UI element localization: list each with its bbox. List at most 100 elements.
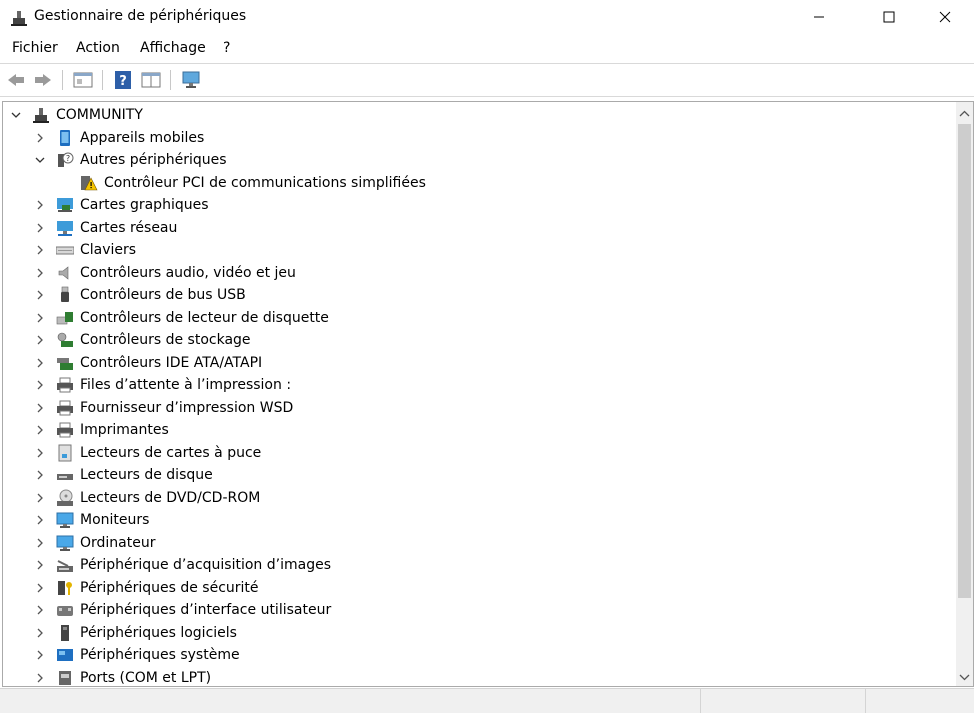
warning-device-icon (80, 174, 98, 192)
tree-item-label: Lecteurs de disque (80, 467, 213, 483)
toolbar-divider (0, 96, 974, 97)
tree-item-label: Ports (COM et LPT) (80, 669, 212, 686)
chevron-right-icon[interactable] (34, 199, 46, 211)
help-icon[interactable]: ? (112, 69, 134, 91)
software-device-icon (56, 624, 74, 642)
tree-item-logiciels[interactable]: Périphériques logiciels (34, 622, 237, 644)
tree-item-claviers[interactable]: Claviers (34, 239, 136, 261)
chevron-right-icon[interactable] (34, 649, 46, 661)
ide-controller-icon (56, 354, 74, 372)
tree-item-controleurs-disquette[interactable]: Contrôleurs de lecteur de disquette (34, 307, 329, 329)
tree-item-cartes-reseau[interactable]: Cartes réseau (34, 217, 177, 239)
system-device-icon (56, 646, 74, 664)
maximize-button[interactable] (866, 0, 912, 34)
chevron-right-icon[interactable] (34, 132, 46, 144)
usb-icon (56, 286, 74, 304)
tree-item-label: Contrôleur PCI de communications simplif… (104, 174, 426, 191)
chevron-right-icon[interactable] (34, 514, 46, 526)
chevron-right-icon[interactable] (34, 582, 46, 594)
chevron-right-icon[interactable] (34, 627, 46, 639)
tree-item-controleurs-audio[interactable]: Contrôleurs audio, vidéo et jeu (34, 262, 296, 284)
tree-item-controleurs-usb[interactable]: Contrôleurs de bus USB (34, 284, 246, 306)
tree-item-files-attente[interactable]: Files d’attente à l’impression : (34, 374, 291, 396)
tree-item-lecteurs-dvd[interactable]: Lecteurs de DVD/CD-ROM (34, 487, 260, 509)
chevron-right-icon[interactable] (34, 334, 46, 346)
scrollbar-thumb[interactable] (958, 124, 971, 598)
minimize-button[interactable] (796, 0, 842, 34)
chevron-right-icon[interactable] (34, 402, 46, 414)
chevron-right-icon[interactable] (34, 672, 46, 684)
chevron-right-icon[interactable] (34, 447, 46, 459)
tree-item-appareils-mobiles[interactable]: Appareils mobiles (34, 127, 204, 149)
device-manager-icon (10, 9, 28, 27)
tree-item-cartes-puce[interactable]: Lecteurs de cartes à puce (34, 442, 261, 464)
tree-item-interface-utilisateur[interactable]: Périphériques d’interface utilisateur (34, 599, 331, 621)
dvd-icon (56, 489, 74, 507)
tree-item-lecteurs-disque[interactable]: Lecteurs de disque (34, 464, 213, 486)
tree-item-ports[interactable]: Ports (COM et LPT) (34, 667, 212, 687)
chevron-right-icon[interactable] (34, 559, 46, 571)
chevron-right-icon[interactable] (34, 604, 46, 616)
tree-item-cartes-graphiques[interactable]: Cartes graphiques (34, 194, 209, 216)
tree-root[interactable]: COMMUNITY (10, 104, 143, 126)
tree-item-securite[interactable]: Périphériques de sécurité (34, 577, 259, 599)
toolbar-separator (170, 70, 171, 90)
tree-item-label: Cartes réseau (80, 219, 178, 236)
status-cell (865, 689, 974, 713)
scroll-down-icon[interactable] (959, 670, 970, 685)
close-button[interactable] (922, 0, 968, 34)
menu-affichage[interactable]: Affichage (140, 40, 206, 56)
chevron-right-icon[interactable] (34, 244, 46, 256)
chevron-right-icon[interactable] (34, 379, 46, 391)
tree-item-moniteurs[interactable]: Moniteurs (34, 509, 149, 531)
chevron-right-icon[interactable] (34, 289, 46, 301)
tree-item-label: Périphériques système (80, 647, 240, 663)
chevron-right-icon[interactable] (34, 222, 46, 234)
window-title: Gestionnaire de périphériques (34, 8, 247, 24)
tree-root-label: COMMUNITY (56, 107, 143, 123)
tree-item-controleurs-stockage[interactable]: Contrôleurs de stockage (34, 329, 251, 351)
vertical-scrollbar[interactable] (956, 102, 973, 686)
smart-card-icon (56, 444, 74, 462)
tree-item-label: Périphériques d’interface utilisateur (80, 602, 332, 618)
monitor-icon (56, 511, 74, 529)
chevron-right-icon[interactable] (34, 267, 46, 279)
tree-item-label: Périphériques logiciels (80, 624, 237, 641)
device-tree[interactable]: COMMUNITY Appareils mobiles ? Autres pér… (2, 101, 974, 687)
unknown-device-icon: ? (56, 151, 74, 169)
chevron-right-icon[interactable] (34, 424, 46, 436)
computer-root-icon (32, 106, 50, 124)
tree-item-fournisseur-wsd[interactable]: Fournisseur d’impression WSD (34, 397, 293, 419)
tree-item-ordinateur[interactable]: Ordinateur (34, 532, 156, 554)
tree-item-controleurs-ide[interactable]: Contrôleurs IDE ATA/ATAPI (34, 352, 262, 374)
chevron-right-icon[interactable] (34, 492, 46, 504)
chevron-right-icon[interactable] (34, 312, 46, 324)
chevron-right-icon[interactable] (34, 357, 46, 369)
monitor-scan-icon[interactable] (180, 69, 202, 91)
tree-item-systeme[interactable]: Périphériques système (34, 644, 240, 666)
chevron-down-icon[interactable] (10, 109, 22, 121)
tree-item-label: Appareils mobiles (80, 129, 205, 146)
menu-action[interactable]: Action (76, 40, 120, 56)
tree-item-acquisition-images[interactable]: Périphérique d’acquisition d’images (34, 554, 331, 576)
scroll-up-icon[interactable] (959, 107, 970, 122)
tree-item-imprimantes[interactable]: Imprimantes (34, 419, 169, 441)
view-icon[interactable] (140, 69, 162, 91)
network-adapter-icon (56, 219, 74, 237)
svg-text:?: ? (119, 74, 127, 89)
properties-icon[interactable] (72, 69, 94, 91)
menu-help[interactable]: ? (223, 40, 230, 56)
tree-item-controleur-pci[interactable]: Contrôleur PCI de communications simplif… (80, 172, 426, 194)
chevron-right-icon[interactable] (34, 537, 46, 549)
tree-item-label: Périphérique d’acquisition d’images (80, 557, 331, 573)
menu-fichier[interactable]: Fichier (12, 40, 58, 56)
forward-icon[interactable] (32, 69, 54, 91)
chevron-right-icon[interactable] (34, 469, 46, 481)
tree-item-label: Contrôleurs de lecteur de disquette (80, 309, 329, 326)
chevron-down-icon[interactable] (34, 154, 46, 166)
tree-item-autres-peripheriques[interactable]: ? Autres périphériques (34, 149, 227, 171)
tree-item-label: Contrôleurs de bus USB (80, 287, 246, 303)
title-bar: Gestionnaire de périphériques (0, 0, 974, 36)
back-icon[interactable] (5, 69, 27, 91)
tree-item-label: Claviers (80, 242, 137, 258)
